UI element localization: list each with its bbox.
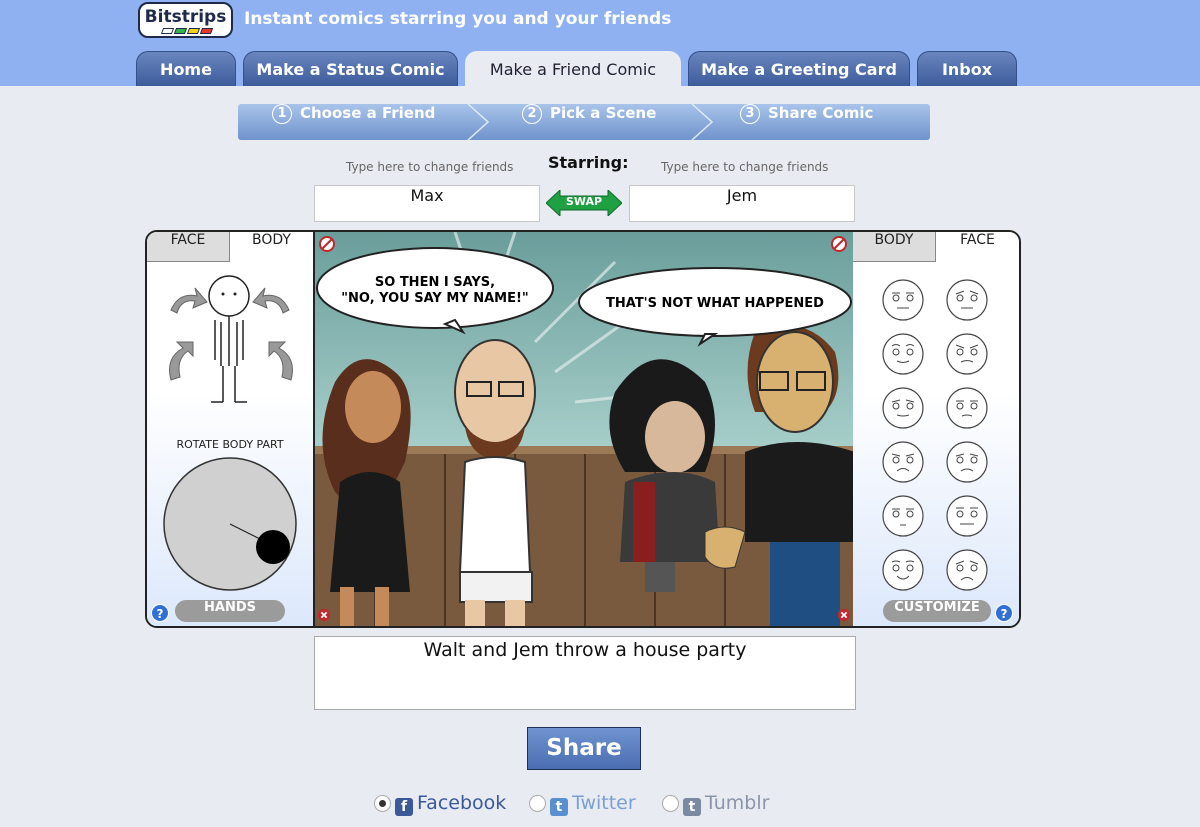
bubble-left-line-2: "NO, YOU SAY MY NAME!" (341, 291, 528, 306)
no-speech-icon[interactable] (831, 236, 847, 252)
tab-home[interactable]: Home (136, 51, 236, 86)
tumblr-icon: t (683, 798, 701, 816)
step-label: Choose a Friend (300, 104, 436, 122)
face-expression-icon[interactable] (945, 440, 989, 484)
step-number: 2 (522, 104, 542, 124)
logo-color-bars (160, 28, 214, 34)
face-expression-icon[interactable] (945, 278, 989, 322)
no-speech-icon[interactable] (319, 236, 335, 252)
radio-twitter[interactable] (529, 795, 546, 812)
step-share-comic[interactable]: 3 Share Comic (740, 104, 873, 140)
face-expression-icon[interactable] (881, 494, 925, 538)
swap-button[interactable]: SWAP (545, 188, 623, 218)
remove-icon[interactable] (317, 608, 331, 622)
help-icon[interactable]: ? (151, 604, 169, 622)
face-expression-icon[interactable] (881, 440, 925, 484)
step-pick-scene[interactable]: 2 Pick a Scene (522, 104, 656, 140)
twitter-label: Twitter (572, 792, 636, 814)
tagline: Instant comics starring you and your fri… (244, 9, 672, 29)
facebook-icon: f (395, 798, 413, 816)
body-figure-icon[interactable] (161, 270, 301, 410)
face-expression-icon[interactable] (945, 548, 989, 592)
share-option-tumblr[interactable]: t Tumblr (662, 792, 769, 816)
step-choose-friend[interactable]: 1 Choose a Friend (272, 104, 435, 140)
right-tab-face[interactable]: FACE (936, 232, 1019, 262)
face-expression-grid (881, 278, 989, 592)
radio-facebook[interactable] (374, 795, 391, 812)
rotate-dial[interactable] (162, 456, 298, 592)
face-expression-icon[interactable] (881, 278, 925, 322)
hands-button[interactable]: HANDS (175, 600, 285, 622)
steps-bar: 1 Choose a Friend 2 Pick a Scene 3 Share Co… (238, 104, 930, 140)
bubble-right-text: THAT'S NOT WHAT HAPPENED (606, 296, 824, 311)
step-label: Pick a Scene (550, 104, 657, 122)
face-expression-icon[interactable] (945, 332, 989, 376)
face-expression-icon[interactable] (881, 386, 925, 430)
right-friend-hint: Type here to change friends (661, 160, 829, 174)
step-label: Share Comic (768, 104, 874, 122)
bitstrips-logo[interactable]: Bitstrips (138, 2, 233, 38)
chevron-right-icon (691, 104, 714, 140)
chevron-right-icon (467, 104, 490, 140)
top-header: Bitstrips Instant comics starring you an… (0, 0, 1200, 86)
left-friend-hint: Type here to change friends (346, 160, 514, 174)
logo-text: Bitstrips (144, 7, 227, 27)
rotate-body-part-label: ROTATE BODY PART (176, 438, 284, 451)
comic-caption-input[interactable]: Walt and Jem throw a house party (314, 636, 856, 710)
tumblr-label: Tumblr (705, 792, 770, 814)
tab-make-greeting-card[interactable]: Make a Greeting Card (688, 51, 910, 86)
radio-tumblr[interactable] (662, 795, 679, 812)
left-friend-input[interactable]: Max (314, 185, 540, 222)
twitter-icon: t (550, 798, 568, 816)
left-tab-face[interactable]: FACE (147, 232, 230, 262)
swap-label: SWAP (565, 195, 603, 208)
right-tab-body[interactable]: BODY (853, 232, 936, 262)
tab-make-status-comic[interactable]: Make a Status Comic (243, 51, 458, 86)
step-number: 1 (272, 104, 292, 124)
bubble-left-line-1: SO THEN I SAYS, (375, 275, 495, 290)
remove-icon[interactable] (837, 608, 851, 622)
tab-make-friend-comic[interactable]: Make a Friend Comic (465, 51, 681, 86)
help-icon[interactable]: ? (995, 604, 1013, 622)
share-button[interactable]: Share (527, 727, 641, 770)
comic-scene: SO THEN I SAYS, "NO, YOU SAY MY NAME!" T… (315, 232, 855, 626)
share-option-facebook[interactable]: f Facebook (374, 792, 506, 816)
face-expression-icon[interactable] (945, 494, 989, 538)
left-character-panel: FACE BODY ROTATE BODY PART ? HANDS (147, 232, 313, 626)
face-expression-icon[interactable] (881, 548, 925, 592)
face-expression-icon[interactable] (881, 332, 925, 376)
tab-inbox[interactable]: Inbox (917, 51, 1017, 86)
comic-editor: FACE BODY ROTATE BODY PART ? HANDS SO TH… (145, 230, 1021, 628)
left-tab-body[interactable]: BODY (230, 232, 313, 262)
comic-panel[interactable]: SO THEN I SAYS, "NO, YOU SAY MY NAME!" T… (313, 232, 855, 626)
customize-button[interactable]: CUSTOMIZE (883, 600, 991, 622)
right-character-panel: BODY FACE CUSTOMIZE ? (853, 232, 1019, 626)
face-expression-icon[interactable] (945, 386, 989, 430)
step-number: 3 (740, 104, 760, 124)
facebook-label: Facebook (417, 792, 507, 814)
starring-label: Starring: (548, 153, 629, 172)
share-option-twitter[interactable]: t Twitter (529, 792, 636, 816)
right-friend-input[interactable]: Jem (629, 185, 855, 222)
